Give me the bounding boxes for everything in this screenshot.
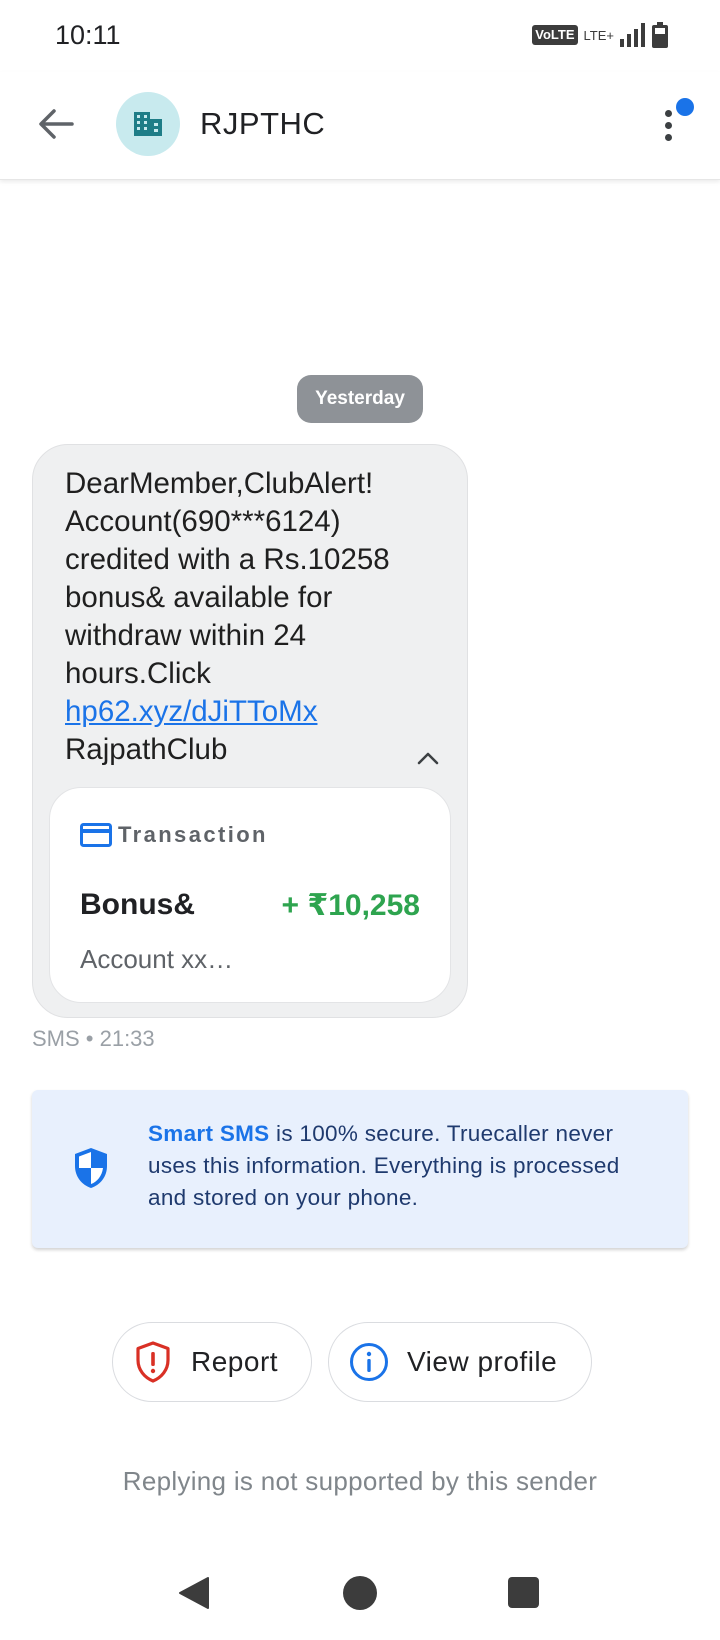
transaction-header: Transaction bbox=[80, 822, 268, 848]
status-icons: VoLTE LTE+ bbox=[532, 22, 668, 48]
battery-icon bbox=[652, 22, 668, 48]
volte-indicator: VoLTE bbox=[532, 25, 578, 45]
notification-dot bbox=[676, 98, 694, 116]
transaction-subtitle: Account xx… bbox=[80, 944, 234, 974]
arrow-back-icon bbox=[39, 109, 74, 139]
transaction-card[interactable]: Transaction Bonus& + ₹10,258 Account xx… bbox=[49, 787, 451, 1003]
smart-sms-text: Smart SMS is 100% secure. Truecaller nev… bbox=[148, 1121, 620, 1210]
system-nav-bar bbox=[0, 1560, 720, 1640]
signal-icon bbox=[620, 23, 645, 47]
transaction-header-label: Transaction bbox=[118, 822, 268, 847]
reply-not-supported-note: Replying is not supported by this sender bbox=[122, 1466, 598, 1496]
date-chip: Yesterday bbox=[297, 375, 423, 423]
transaction-amount: + ₹10,258 bbox=[281, 889, 421, 922]
view-profile-label: View profile bbox=[407, 1346, 558, 1377]
report-button[interactable]: Report bbox=[112, 1322, 312, 1402]
more-vert-icon bbox=[665, 110, 672, 117]
report-label: Report bbox=[191, 1346, 279, 1377]
nav-recents-icon[interactable] bbox=[508, 1577, 539, 1608]
collapse-button[interactable] bbox=[413, 743, 443, 773]
info-icon bbox=[350, 1343, 388, 1381]
message-text: DearMember,ClubAlert! Account(690***6124… bbox=[65, 467, 398, 766]
report-shield-icon bbox=[136, 1341, 170, 1383]
overflow-menu-button[interactable] bbox=[652, 98, 700, 154]
message-link[interactable]: hp62.xyz/dJiTToMx bbox=[65, 695, 317, 728]
building-icon bbox=[134, 112, 162, 136]
view-profile-button[interactable]: View profile bbox=[328, 1322, 592, 1402]
status-time: 10:11 bbox=[55, 20, 121, 50]
smart-sms-title: Smart SMS bbox=[148, 1121, 270, 1146]
nav-home-icon[interactable] bbox=[343, 1576, 377, 1610]
sender-avatar[interactable] bbox=[116, 92, 180, 156]
credit-card-icon bbox=[80, 823, 112, 847]
chevron-up-icon bbox=[417, 752, 439, 765]
message-meta: SMS • 21:33 bbox=[32, 1026, 155, 1051]
app-bar: RJPTHC bbox=[0, 72, 720, 180]
network-type: LTE+ bbox=[583, 27, 614, 43]
message-bubble[interactable]: DearMember,ClubAlert! Account(690***6124… bbox=[32, 444, 468, 1018]
smart-sms-card: Smart SMS is 100% secure. Truecaller nev… bbox=[32, 1090, 688, 1248]
back-button[interactable] bbox=[32, 100, 80, 148]
sender-name[interactable]: RJPTHC bbox=[200, 106, 325, 142]
status-bar: 10:11 VoLTE LTE+ bbox=[0, 0, 720, 72]
nav-back-icon[interactable] bbox=[178, 1576, 210, 1610]
shield-icon bbox=[75, 1148, 107, 1188]
transaction-title: Bonus& bbox=[80, 888, 195, 921]
